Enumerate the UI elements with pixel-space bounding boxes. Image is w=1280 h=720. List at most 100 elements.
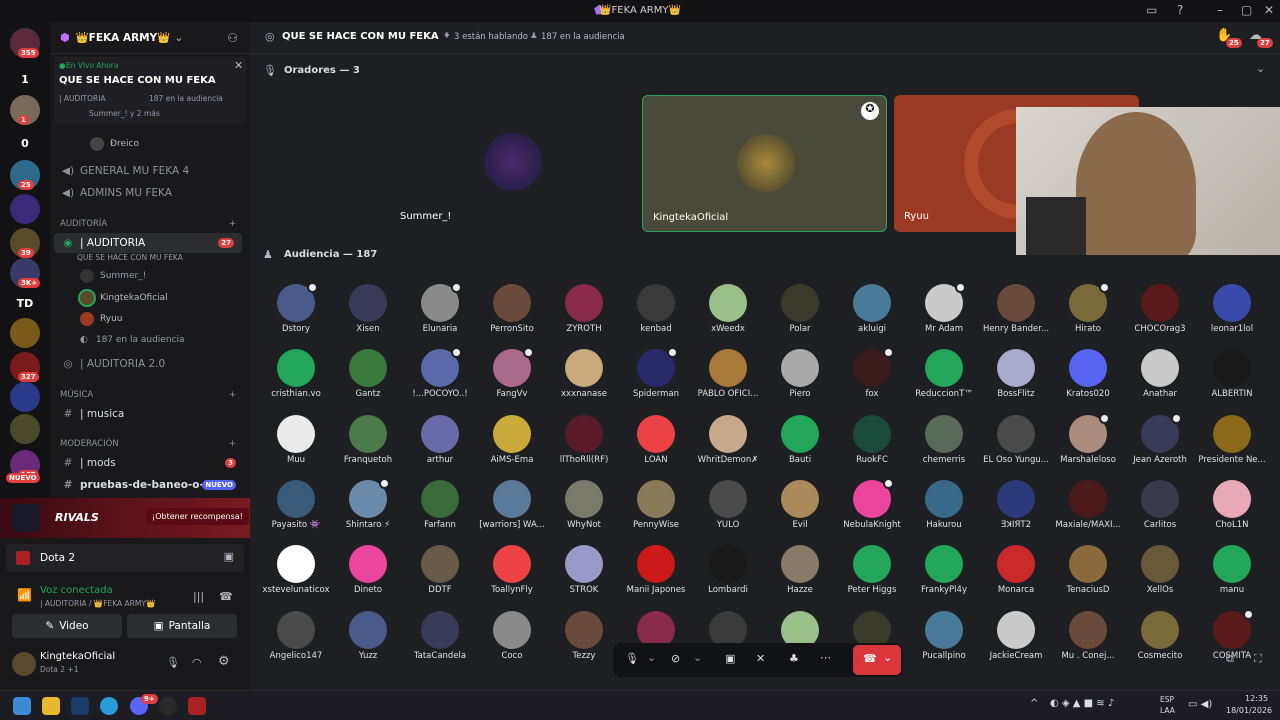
audience-member[interactable]: Jean Azeroth	[1124, 409, 1196, 473]
audience-member[interactable]: [warriors] WA...	[476, 474, 548, 538]
headphones-icon[interactable]: ◠	[192, 656, 202, 669]
audience-member[interactable]: FrankyPl4y	[908, 539, 980, 603]
steam-icon[interactable]	[71, 697, 89, 715]
audience-member[interactable]: Bauti	[764, 409, 836, 473]
add-member-icon[interactable]: ⚇	[227, 31, 238, 45]
activity-card[interactable]: Dota 2 ▣	[6, 544, 244, 572]
lang-secondary[interactable]: LAA	[1160, 706, 1175, 715]
mic-icon[interactable]: 🎙	[166, 656, 180, 669]
tray-chevron-icon[interactable]: ^	[1030, 698, 1038, 709]
audience-member[interactable]: Angelico147	[260, 605, 332, 669]
audience-member[interactable]: Hirato	[1052, 278, 1124, 342]
audience-member[interactable]: xWeedx	[692, 278, 764, 342]
audience-member[interactable]: Anathar	[1124, 343, 1196, 407]
video-button[interactable]: ✎ Video	[12, 614, 122, 638]
audience-member[interactable]: Yuzz	[332, 605, 404, 669]
server-icon[interactable]	[10, 414, 40, 444]
minimize-icon[interactable]: –	[1217, 3, 1223, 17]
server-icon[interactable]: TD	[10, 288, 40, 318]
audience-member[interactable]: cristhian.vo	[260, 343, 332, 407]
audience-member[interactable]: Peter Higgs	[836, 539, 908, 603]
audience-member[interactable]: TenaciusD	[1052, 539, 1124, 603]
windows-start-icon[interactable]	[13, 697, 31, 715]
audience-member[interactable]: WhyNot	[548, 474, 620, 538]
audience-member[interactable]: LOAN	[620, 409, 692, 473]
live-now-card[interactable]: ● En Vivo Ahora ✕ QUE SE HACE CON MU FEK…	[54, 57, 246, 125]
channel-musica[interactable]: # | musica	[50, 404, 246, 424]
audience-member[interactable]: YULO	[692, 474, 764, 538]
audience-member[interactable]: ReduccionT™	[908, 343, 980, 407]
audience-member[interactable]: Piero	[764, 343, 836, 407]
clock-date[interactable]: 18/01/2026	[1226, 706, 1272, 715]
network-volume-icons[interactable]: ▭ ◀)	[1188, 699, 1212, 710]
disconnect-icon[interactable]: ☎	[219, 590, 233, 603]
server-icon[interactable]: 0	[10, 128, 40, 158]
audience-member[interactable]: Carlitos	[1124, 474, 1196, 538]
activities-icon[interactable]: ♣	[789, 652, 799, 665]
category-moderacion[interactable]: MODERACIÓN +	[50, 434, 246, 454]
audience-member[interactable]: ZYROTH	[548, 278, 620, 342]
help-icon[interactable]: ?	[1177, 3, 1183, 17]
audience-member[interactable]: NebulaKnight	[836, 474, 908, 538]
leave-button[interactable]: ☎ ⌄	[853, 645, 901, 675]
audience-member[interactable]: Monarca	[980, 539, 1052, 603]
audience-member[interactable]: Evil	[764, 474, 836, 538]
audience-member[interactable]: Manii Japones	[620, 539, 692, 603]
audience-member[interactable]: DDTF	[404, 539, 476, 603]
channel-auditoria-2[interactable]: ◎ | AUDITORIA 2.0	[50, 354, 246, 374]
audience-member[interactable]: Maxiale/MAXI...	[1052, 474, 1124, 538]
noise-suppression-icon[interactable]: |||	[193, 590, 204, 603]
audience-member[interactable]: Xisen	[332, 278, 404, 342]
audience-member[interactable]: kenbad	[620, 278, 692, 342]
audience-member[interactable]: ToallynFly	[476, 539, 548, 603]
audience-member[interactable]: RuokFC	[836, 409, 908, 473]
server-header[interactable]: ⬢ 👑FEKA ARMY👑 ⌄ ⚇	[50, 22, 250, 54]
screen-share-button[interactable]: ▣ Pantalla	[127, 614, 237, 638]
maximize-icon[interactable]: ▢	[1241, 3, 1252, 17]
audience-member[interactable]: JackieCream	[980, 605, 1052, 669]
audience-member[interactable]: Shintaro ⚡	[332, 474, 404, 538]
video-off-icon[interactable]: ⊘	[671, 652, 680, 665]
audience-member[interactable]: Henry Bander...	[980, 278, 1052, 342]
server-icon[interactable]	[10, 382, 40, 412]
mute-icon[interactable]: ✕	[756, 652, 765, 665]
close-live-icon[interactable]: ✕	[234, 59, 243, 72]
audience-member[interactable]: XellOs	[1124, 539, 1196, 603]
audience-member[interactable]: Spiderman	[620, 343, 692, 407]
channel-pruebas[interactable]: # pruebas-de-baneo-o-t... NUEVO	[50, 475, 246, 495]
audience-member[interactable]: Mu . Conej...	[1052, 605, 1124, 669]
screen-share-icon[interactable]: ▣	[725, 652, 735, 665]
audience-member[interactable]: FangVv	[476, 343, 548, 407]
channel-admins[interactable]: ◀) ADMINS MU FEKA	[50, 183, 246, 203]
audience-member[interactable]: Gantz	[332, 343, 404, 407]
fullscreen-icon[interactable]: ⛶	[1254, 652, 1262, 666]
audience-member[interactable]: Dstory	[260, 278, 332, 342]
voice-user[interactable]: Ryuu	[50, 310, 246, 328]
audience-member[interactable]: akluigi	[836, 278, 908, 342]
audience-member[interactable]: Polar	[764, 278, 836, 342]
audience-member[interactable]: EL Oso Yungu...	[980, 409, 1052, 473]
voice-user[interactable]: Summer_!	[50, 267, 246, 285]
audience-member[interactable]: PerronSito	[476, 278, 548, 342]
speaker-tile[interactable]: Summer_!	[390, 95, 635, 232]
promo-button[interactable]: ¡Obtener recompensa!	[146, 508, 249, 525]
edge-icon[interactable]	[100, 697, 118, 715]
channel-general[interactable]: ◀) GENERAL MU FEKA 4	[50, 161, 246, 181]
avatar[interactable]	[12, 652, 36, 676]
voice-user-dreico[interactable]: Ɖreico	[50, 135, 246, 153]
inbox-icon[interactable]: ▭	[1146, 3, 1157, 17]
clock-time[interactable]: 12:35	[1245, 694, 1268, 703]
audience-member[interactable]: Hazze	[764, 539, 836, 603]
audience-member[interactable]: manu	[1196, 539, 1268, 603]
tray-icons[interactable]: ◐ ◈ ▲ ■ ≋ ♪	[1050, 698, 1114, 709]
close-icon[interactable]: ✕	[1264, 3, 1274, 17]
audience-member[interactable]: AiMS-Ema	[476, 409, 548, 473]
audience-member[interactable]: ƎꓘIЯT2	[980, 474, 1052, 538]
category-auditoria[interactable]: AUDITORÍA +	[50, 214, 246, 234]
audience-member[interactable]: chemerris	[908, 409, 980, 473]
audience-member[interactable]: !...POCOYO..!	[404, 343, 476, 407]
audience-member[interactable]: ALBERTIN	[1196, 343, 1268, 407]
audience-member[interactable]: Marshaleloso	[1052, 409, 1124, 473]
audience-member[interactable]: CHOCOrag3	[1124, 278, 1196, 342]
audience-member[interactable]: Presidente Ne...	[1196, 409, 1268, 473]
